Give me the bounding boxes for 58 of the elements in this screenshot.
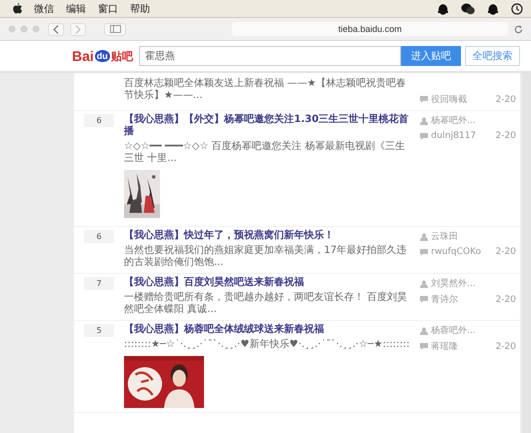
reply-count: 5: [84, 324, 114, 337]
apple-icon[interactable]: [13, 3, 22, 14]
comment-icon: [420, 296, 428, 303]
reply-date: 2-20: [496, 342, 516, 352]
thread-abstract: ☆◇☆━━ ━━━☆◇☆ 百度杨幂吧邀您关注 杨幂最新电视剧《三生三世 十里...: [124, 141, 406, 165]
back-button[interactable]: [48, 22, 64, 36]
comment-icon: [420, 96, 428, 103]
sidebar-icon: [110, 25, 120, 33]
penguin-icon[interactable]: [487, 2, 499, 14]
thread-abstract: 一楼赠给贵吧所有条，贵吧越办越好，两吧友谊长存！ 百度刘昊然吧全体蝶阳 真诚...: [124, 292, 408, 316]
reply-date: 2-20: [496, 94, 516, 104]
reply-date: 2-20: [496, 294, 516, 304]
comment-icon: [420, 343, 428, 350]
author-name[interactable]: 杨蓉吧外...: [431, 324, 520, 337]
reply-date: 2-20: [496, 131, 516, 141]
search-all-button[interactable]: 全吧搜索: [464, 46, 520, 66]
chat-icon[interactable]: [461, 2, 475, 14]
thread-abstract: ::::::::★─☆˙·.¸¸.·˙¯`·.¸¸.·♥新年快乐♥·.¸¸.·˙¯`·.¸¸.·☆─★::::::::: [124, 339, 410, 351]
person-icon: [420, 116, 428, 124]
thread-title[interactable]: 【我心思燕】百度刘昊然吧送来新春祝福: [124, 277, 304, 289]
address-bar[interactable]: tieba.baidu.com: [232, 22, 508, 36]
author-name[interactable]: 云珠田: [431, 230, 520, 243]
logo-text: Bai: [72, 48, 94, 64]
person-icon: [420, 280, 428, 288]
thread-title[interactable]: 【我心思燕】快过年了，预祝燕窝们新年快乐！: [124, 230, 334, 242]
author-name[interactable]: 刘昊然外...: [431, 277, 520, 290]
clock-icon[interactable]: [511, 2, 523, 14]
comment-icon: [420, 248, 428, 256]
sidebar-button[interactable]: [104, 22, 126, 36]
reply-count: 7: [84, 277, 114, 290]
logo-text: 贴吧: [110, 48, 133, 64]
menu-item[interactable]: 窗口: [98, 2, 118, 16]
thread-title[interactable]: 【我心思燕】杨蓉吧全体绒绒球送来新春祝福: [124, 324, 324, 336]
reply-count: 6: [84, 230, 114, 243]
reload-icon[interactable]: [514, 24, 523, 34]
thread-title[interactable]: 【我心思燕】【外交】杨幂吧邀您关注1.30三生三世十里桃花首播: [124, 114, 414, 138]
chevron-left-icon: [53, 24, 59, 34]
thread-abstract: 百度林志颖吧全体颖友送上新春祝福 ——★【林志颖吧祝贵吧春节快乐】★——...: [124, 78, 408, 102]
search-field[interactable]: 霍思燕: [138, 46, 401, 66]
reply-date: 2-20: [496, 247, 516, 257]
person-icon: [420, 232, 428, 240]
person-icon: [420, 326, 428, 334]
last-replier[interactable]: 青诗尔: [431, 293, 493, 306]
last-replier[interactable]: 役回嗨截: [431, 93, 493, 106]
paw-logo: du: [94, 50, 110, 62]
thread-abstract: 当然也要祝福我们的燕姐家庭更加幸福美满，17年最好拍部久违的古装剧给俺们饱饱...: [124, 245, 408, 269]
chevron-right-icon: [75, 24, 81, 34]
menu-item[interactable]: 帮助: [130, 2, 150, 16]
last-replier[interactable]: 蒋瑶隆: [431, 340, 493, 353]
penguin-icon[interactable]: [437, 2, 449, 14]
menu-item[interactable]: 编辑: [66, 2, 86, 16]
reply-count: 6: [84, 114, 114, 127]
author-name[interactable]: 杨幂吧外...: [431, 114, 520, 127]
last-replier[interactable]: dulnj8117: [431, 131, 493, 141]
comment-icon: [420, 132, 428, 140]
enter-forum-button[interactable]: 进入贴吧: [400, 46, 461, 66]
last-replier[interactable]: rwufqCOKo: [431, 247, 493, 257]
menu-item[interactable]: 微信: [34, 2, 54, 16]
